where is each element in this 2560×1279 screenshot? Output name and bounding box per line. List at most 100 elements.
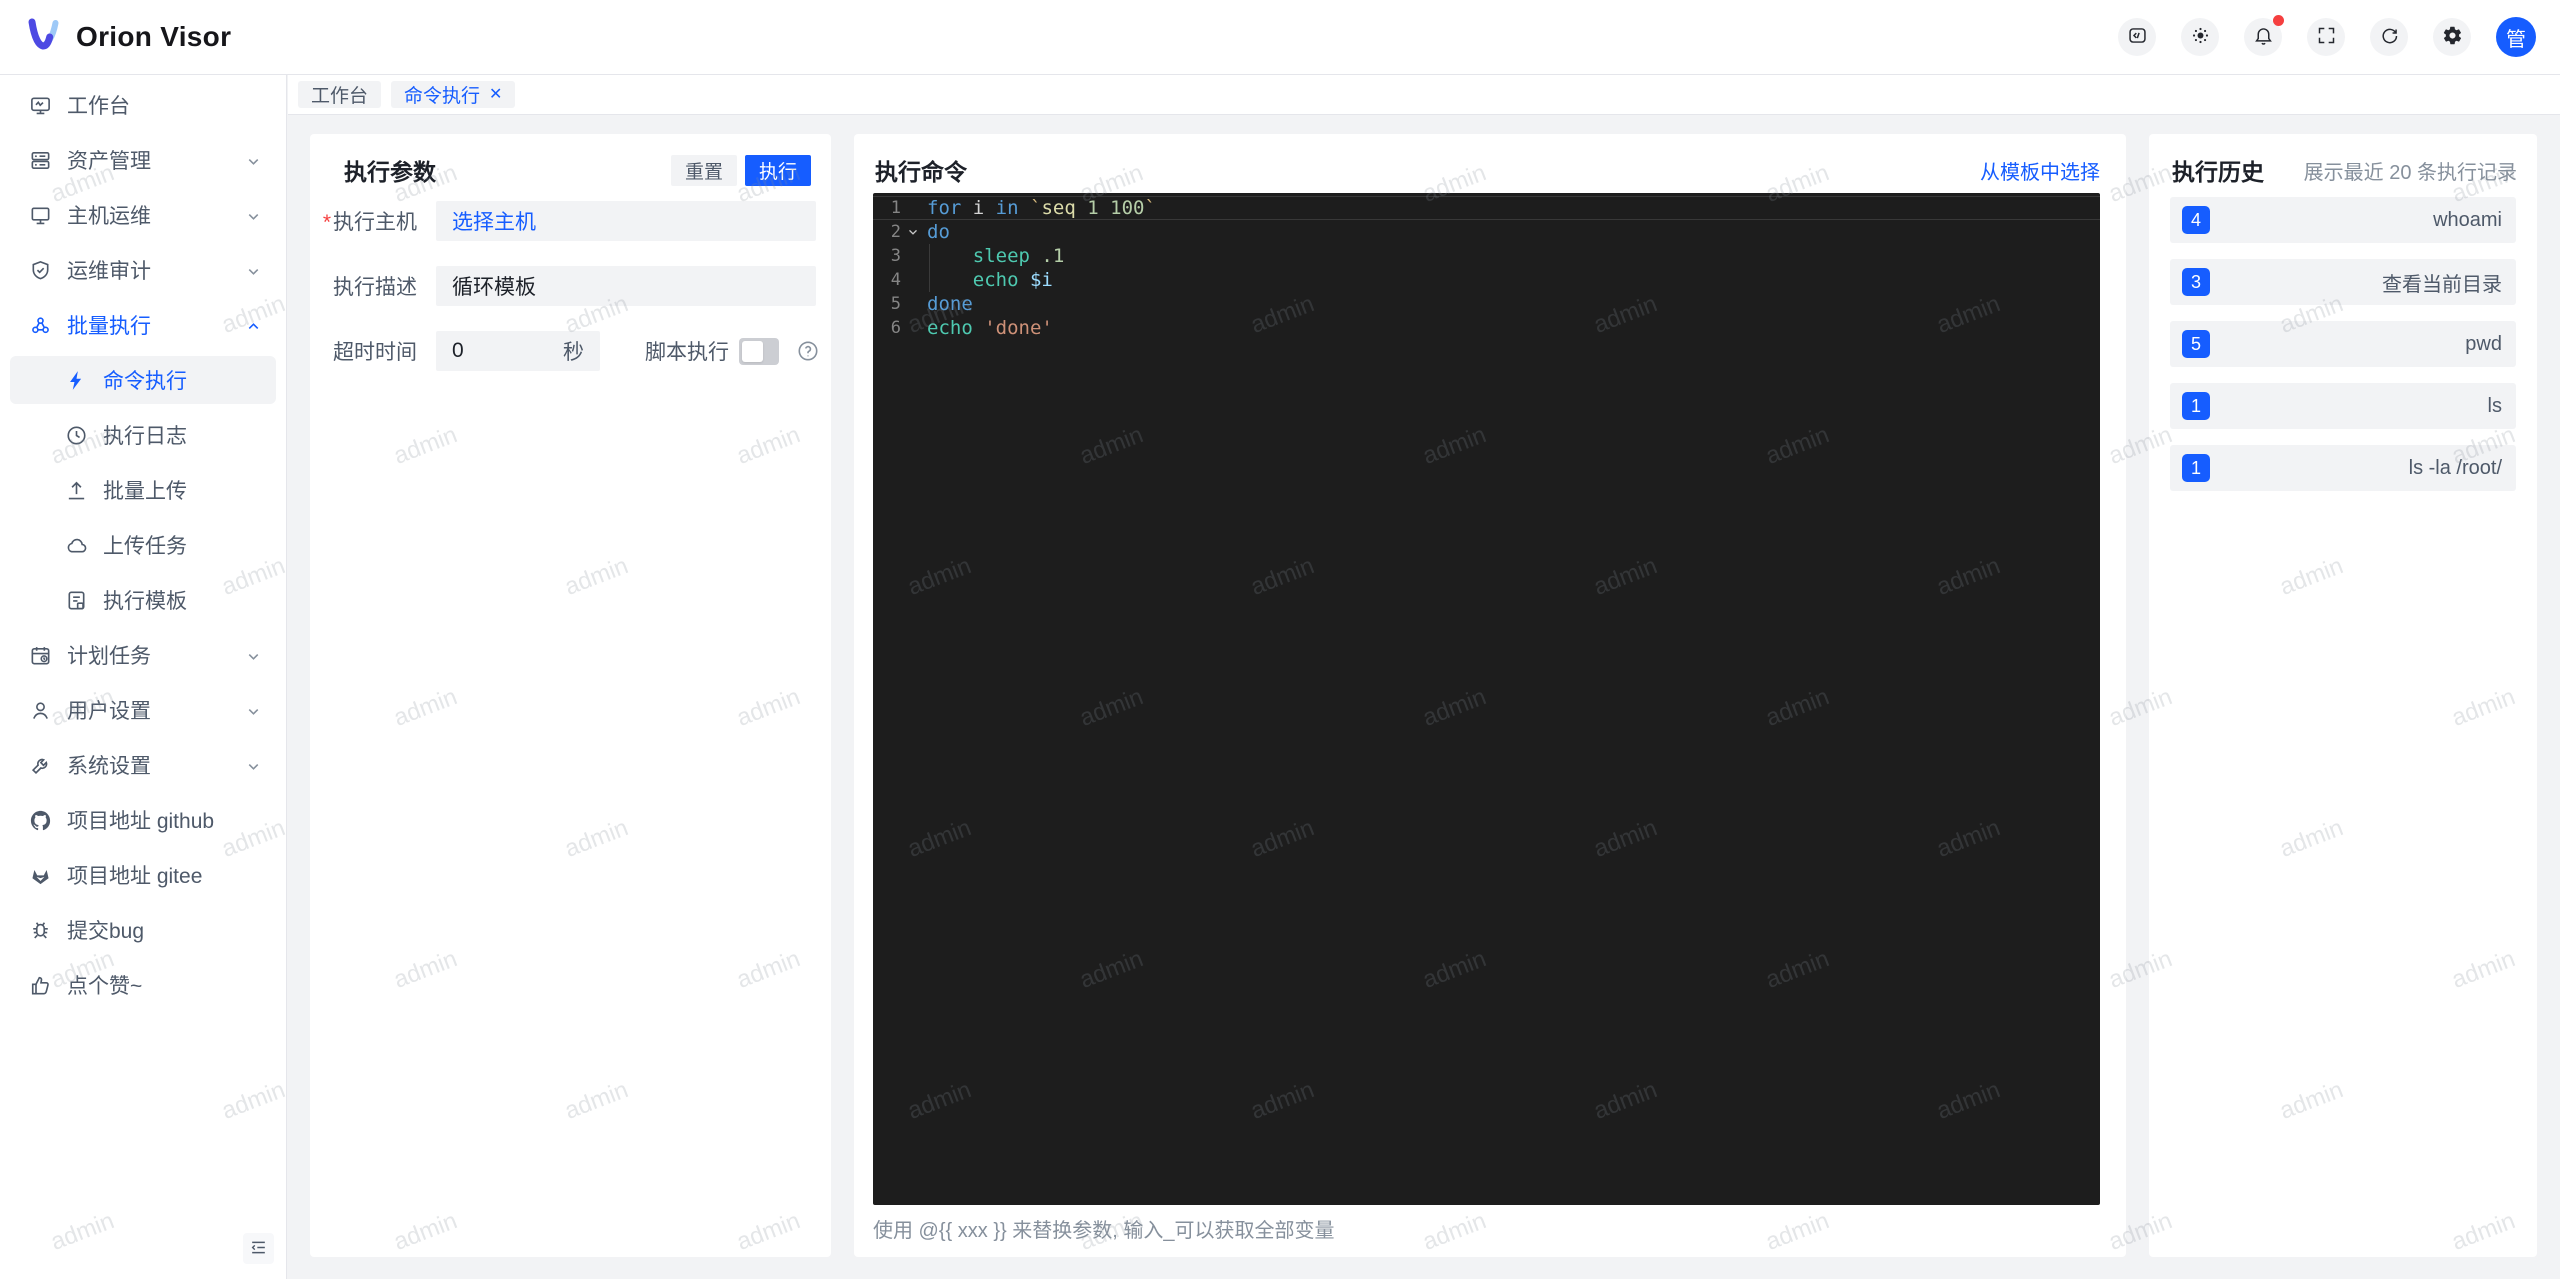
params-panel-header: 执行参数 重置 执行 [310, 153, 831, 187]
description-field-label: 执行描述 [333, 276, 417, 299]
description-input[interactable] [452, 274, 800, 298]
command-panel-header: 执行命令 从模板中选择 [854, 153, 2126, 187]
reset-button[interactable]: 重置 [670, 154, 737, 186]
github-icon [28, 808, 52, 832]
sidebar-collapse-button[interactable] [243, 1233, 274, 1264]
line-number: 2 [890, 222, 901, 242]
orion-visor-app: Orion Visor 管 工作台资产管理 主机运维 运维审计 批量执行 命令执… [0, 0, 2560, 1279]
notification-badge [2273, 15, 2284, 26]
sidebar-nav: 工作台资产管理主机运维运维审计批量执行命令执行执行日志批量上传上传任务执行模板计… [0, 75, 286, 1009]
history-item[interactable]: 1 ls [2170, 383, 2516, 429]
close-icon[interactable]: ✕ [489, 86, 502, 103]
lightning-icon [64, 368, 88, 392]
help-icon[interactable] [796, 339, 820, 363]
sidebar-item-gitee[interactable]: 项目地址 gitee [10, 851, 276, 899]
chevron-up-icon [245, 317, 262, 334]
required-asterisk: * [322, 211, 331, 234]
select-from-template-link[interactable]: 从模板中选择 [1980, 156, 2100, 185]
history-item[interactable]: 4 whoami [2170, 197, 2516, 243]
sidebar-item-label: 系统设置 [67, 755, 151, 778]
run-button[interactable]: 执行 [744, 154, 811, 186]
theme-button[interactable] [2181, 18, 2219, 56]
sidebar-item-ops-audit[interactable]: 运维审计 [10, 246, 276, 294]
sidebar-item-user-settings[interactable]: 用户设置 [10, 686, 276, 734]
host-icon [28, 203, 52, 227]
sidebar-item-label: 批量执行 [67, 315, 151, 338]
history-icon [64, 423, 88, 447]
user-icon [28, 698, 52, 722]
sidebar-item-scheduled-tasks[interactable]: 计划任务 [10, 631, 276, 679]
host-field-label: *执行主机 [322, 211, 417, 234]
sidebar-item-label: 计划任务 [67, 645, 151, 668]
code-editor[interactable]: 1 for i in `seq 1 100` 2 do 3 sleep .1 4 echo… [873, 193, 2100, 1205]
sidebar-item-command-execution[interactable]: 命令执行 [10, 356, 276, 404]
refresh-button[interactable] [2370, 18, 2408, 56]
app-logo[interactable]: Orion Visor [24, 15, 231, 60]
bell-icon [2253, 25, 2274, 49]
timeout-input[interactable] [452, 339, 563, 363]
editor-hint: 使用 @{{ xxx }} 来替换参数, 输入_可以获取全部变量 [873, 1220, 1335, 1242]
command-panel-title: 执行命令 [875, 159, 967, 185]
description-field-row: 执行描述 [310, 266, 831, 306]
script-exec-label: 脚本执行 [645, 341, 729, 364]
chevron-down-icon [245, 262, 262, 279]
select-host-field[interactable]: 选择主机 [436, 201, 816, 241]
cloud-icon [64, 533, 88, 557]
sidebar-item-label: 主机运维 [67, 205, 151, 228]
sidebar-item-system-settings[interactable]: 系统设置 [10, 741, 276, 789]
tab-bar: 工作台 命令执行 ✕ [288, 75, 2560, 115]
code-line: 2 do [873, 220, 2100, 244]
history-command: whoami [2433, 208, 2502, 231]
history-item[interactable]: 3 查看当前目录 [2170, 259, 2516, 305]
schedule-icon [28, 643, 52, 667]
code-line: 5 done [873, 292, 2100, 316]
history-item[interactable]: 1 ls -la /root/ [2170, 445, 2516, 491]
history-panel-header: 执行历史 展示最近 20 条执行记录 [2149, 153, 2537, 187]
sidebar-item-execution-log[interactable]: 执行日志 [10, 411, 276, 459]
timeout-field-row: 超时时间 秒 脚本执行 [310, 331, 831, 371]
app-header: Orion Visor 管 [0, 0, 2560, 75]
toggle-knob [742, 340, 763, 362]
sidebar-item-asset-management[interactable]: 资产管理 [10, 136, 276, 184]
sidebar-item-execution-template[interactable]: 执行模板 [10, 576, 276, 624]
history-command: 查看当前目录 [2382, 273, 2502, 296]
timeout-unit: 秒 [563, 341, 584, 364]
sidebar-item-upload-tasks[interactable]: 上传任务 [10, 521, 276, 569]
gear-icon [2442, 25, 2463, 49]
settings-button[interactable] [2433, 18, 2471, 56]
menu-fold-icon [249, 1238, 268, 1260]
execution-params-panel: 执行参数 重置 执行 *执行主机 选择主机 执行描述 超时时间 秒 脚本执行 [310, 134, 831, 1257]
history-list: 4 whoami 3 查看当前目录 5 pwd 1 ls 1 ls -la /root/ [2170, 197, 2516, 507]
execution-count-badge: 4 [2182, 206, 2210, 234]
fold-chevron-icon[interactable] [901, 220, 924, 244]
chevron-down-icon [245, 702, 262, 719]
host-field-row: *执行主机 选择主机 [310, 201, 831, 241]
sidebar-item-batch-execution[interactable]: 批量执行 [10, 301, 276, 349]
code-line: 3 sleep .1 [873, 244, 2100, 268]
upload-icon [64, 478, 88, 502]
code-line: 4 echo $i [873, 268, 2100, 292]
select-host-link[interactable]: 选择主机 [452, 206, 536, 236]
line-number: 3 [890, 246, 901, 266]
script-exec-toggle[interactable] [739, 337, 779, 365]
chevron-down-icon [245, 207, 262, 224]
notifications-button[interactable] [2244, 15, 2284, 56]
sidebar-item-label: 用户设置 [67, 700, 151, 723]
sidebar-item-github[interactable]: 项目地址 github [10, 796, 276, 844]
logo-v-icon [24, 15, 64, 60]
indent-guide [929, 268, 930, 292]
tab-command-execution[interactable]: 命令执行 ✕ [391, 81, 516, 108]
code-settings-button[interactable] [2118, 18, 2156, 56]
sidebar-item-host-ops[interactable]: 主机运维 [10, 191, 276, 239]
tab-workbench[interactable]: 工作台 [298, 81, 382, 108]
avatar[interactable]: 管 [2496, 17, 2536, 57]
sidebar-item-label: 工作台 [67, 95, 130, 118]
sidebar-item-like[interactable]: 点个赞~ [10, 961, 276, 1009]
sidebar-item-workbench[interactable]: 工作台 [10, 81, 276, 129]
fullscreen-button[interactable] [2307, 18, 2345, 56]
sidebar-item-submit-bug[interactable]: 提交bug [10, 906, 276, 954]
code-settings-icon [2127, 25, 2148, 49]
history-item[interactable]: 5 pwd [2170, 321, 2516, 367]
sidebar-item-label: 提交bug [67, 920, 145, 943]
sidebar-item-batch-upload[interactable]: 批量上传 [10, 466, 276, 514]
